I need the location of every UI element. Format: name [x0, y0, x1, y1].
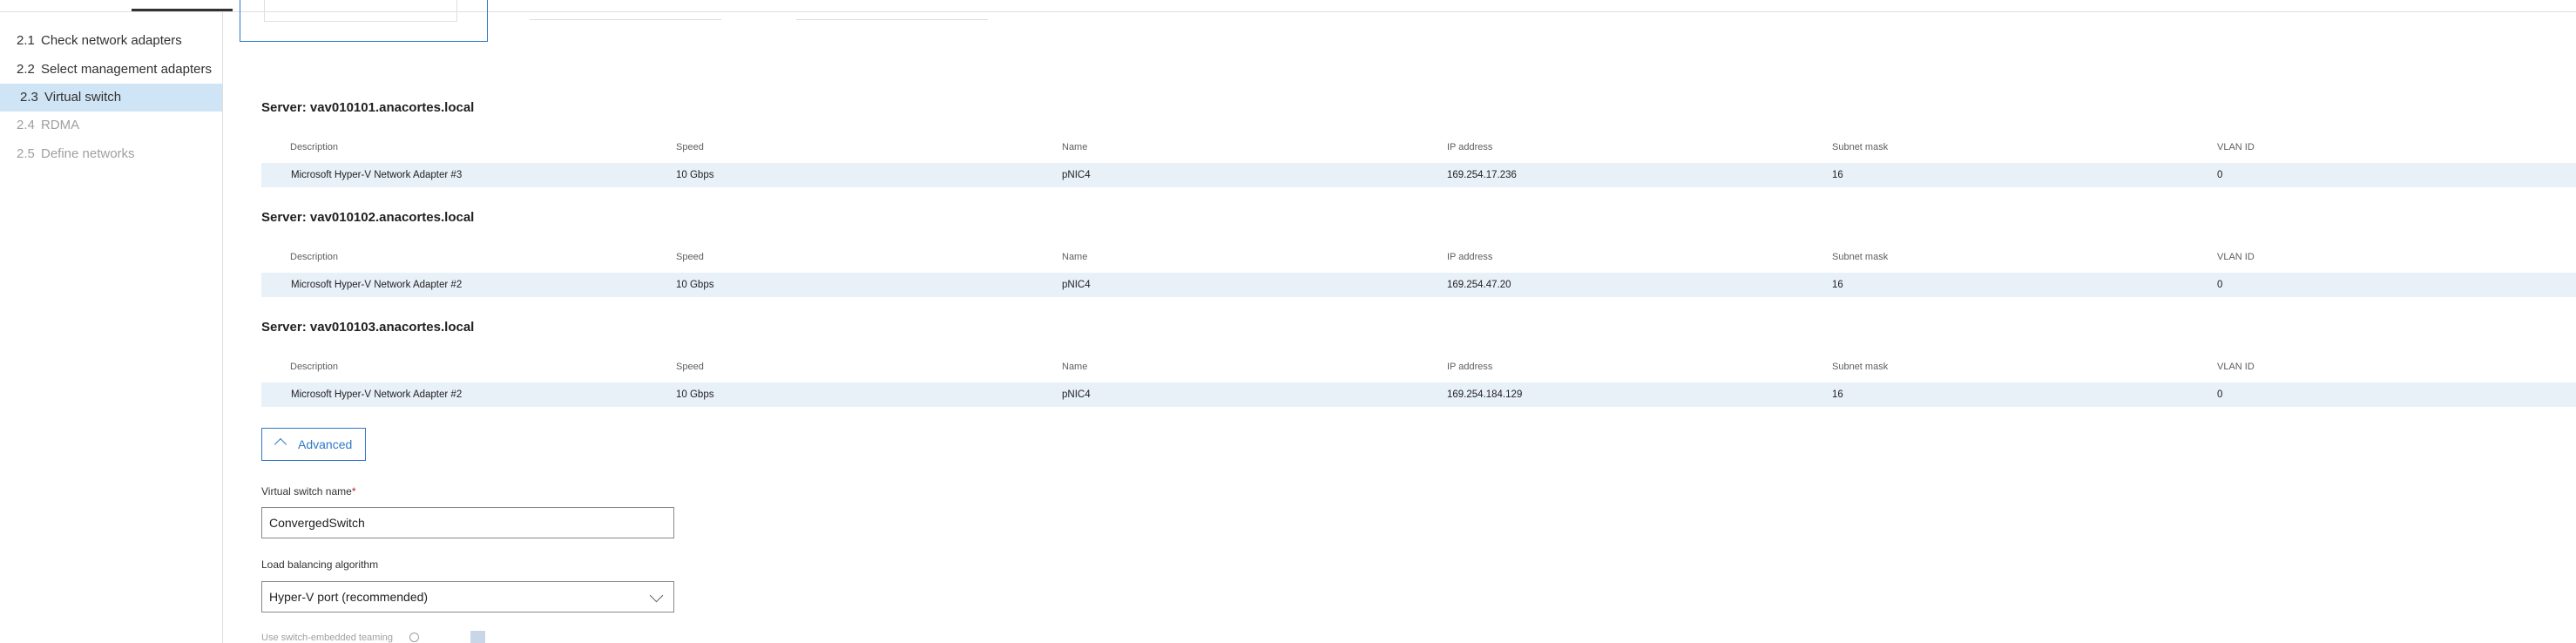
advanced-label: Advanced — [298, 437, 353, 451]
nav-item-label: Virtual switch — [44, 90, 122, 105]
column-header-ip-address: IP address — [1447, 362, 1493, 372]
table-row[interactable]: Microsoft Hyper-V Network Adapter #2 10 … — [261, 273, 2576, 297]
cell-name: pNIC4 — [1062, 389, 1091, 400]
top-tab-indicator — [132, 9, 233, 11]
nav-item-virtual-switch[interactable]: 2.3 Virtual switch — [0, 84, 222, 112]
nav-item-label: Define networks — [41, 146, 135, 161]
switch-embedded-teaming-toggle[interactable] — [470, 631, 485, 643]
dropdown-selected-value: Hyper-V port (recommended) — [269, 590, 429, 604]
nav-item-rdma: 2.4 RDMA — [0, 112, 222, 139]
nav-item-number: 2.1 — [17, 33, 35, 48]
cell-vlan-id: 0 — [2217, 170, 2223, 180]
cell-vlan-id: 0 — [2217, 280, 2223, 290]
cell-ip-address: 169.254.17.236 — [1447, 170, 1517, 180]
column-header-name: Name — [1062, 362, 1088, 372]
option-card[interactable] — [796, 19, 988, 20]
column-header-name: Name — [1062, 252, 1088, 262]
column-header-vlan-id: VLAN ID — [2217, 362, 2255, 372]
option-card-selected[interactable] — [240, 0, 488, 42]
nav-item-number: 2.4 — [17, 118, 35, 132]
option-card-inner — [264, 0, 457, 22]
cell-description: Microsoft Hyper-V Network Adapter #2 — [291, 280, 463, 290]
cell-description: Microsoft Hyper-V Network Adapter #3 — [291, 170, 463, 180]
column-header-description: Description — [290, 252, 339, 262]
cell-vlan-id: 0 — [2217, 389, 2223, 400]
column-header-subnet-mask: Subnet mask — [1832, 142, 1889, 152]
column-header-speed: Speed — [676, 252, 704, 262]
server-title: Server: vav010103.anacortes.local — [261, 320, 475, 335]
table-row[interactable]: Microsoft Hyper-V Network Adapter #3 10 … — [261, 163, 2576, 187]
column-header-ip-address: IP address — [1447, 142, 1493, 152]
column-header-vlan-id: VLAN ID — [2217, 142, 2255, 152]
nav-item-label: Select management adapters — [41, 62, 212, 77]
cell-speed: 10 Gbps — [676, 170, 714, 180]
column-header-ip-address: IP address — [1447, 252, 1493, 262]
info-icon[interactable] — [409, 633, 419, 642]
nav-item-label: Check network adapters — [41, 33, 182, 48]
column-header-name: Name — [1062, 142, 1088, 152]
field-label-text: Virtual switch name — [261, 485, 352, 497]
column-header-vlan-id: VLAN ID — [2217, 252, 2255, 262]
cell-ip-address: 169.254.184.129 — [1447, 389, 1523, 400]
column-header-speed: Speed — [676, 142, 704, 152]
required-marker: * — [351, 485, 356, 497]
nav-item-check-network-adapters[interactable]: 2.1 Check network adapters — [0, 27, 222, 55]
nav-item-select-management-adapters[interactable]: 2.2 Select management adapters — [0, 56, 222, 84]
table-row[interactable]: Microsoft Hyper-V Network Adapter #2 10 … — [261, 382, 2576, 407]
column-header-subnet-mask: Subnet mask — [1832, 362, 1889, 372]
cell-name: pNIC4 — [1062, 170, 1091, 180]
column-header-subnet-mask: Subnet mask — [1832, 252, 1889, 262]
wizard-step-nav: 2.1 Check network adapters 2.2 Select ma… — [0, 12, 223, 643]
cell-speed: 10 Gbps — [676, 280, 714, 290]
load-balancing-dropdown[interactable]: Hyper-V port (recommended) — [261, 581, 674, 613]
option-card[interactable] — [530, 19, 721, 20]
virtual-switch-name-input[interactable]: ConvergedSwitch — [261, 507, 674, 538]
server-title: Server: vav010102.anacortes.local — [261, 210, 475, 225]
chevron-down-icon — [649, 588, 664, 603]
chevron-up-icon — [274, 437, 287, 451]
load-balancing-label: Load balancing algorithm — [261, 558, 379, 571]
switch-embedded-teaming-label: Use switch-embedded teaming — [261, 633, 394, 643]
column-header-description: Description — [290, 362, 339, 372]
column-header-speed: Speed — [676, 362, 704, 372]
cell-ip-address: 169.254.47.20 — [1447, 280, 1511, 290]
cell-speed: 10 Gbps — [676, 389, 714, 400]
server-title: Server: vav010101.anacortes.local — [261, 100, 475, 115]
nav-item-number: 2.2 — [17, 62, 35, 77]
advanced-toggle-button[interactable]: Advanced — [261, 428, 366, 461]
nav-item-number: 2.5 — [17, 146, 35, 161]
column-header-description: Description — [290, 142, 339, 152]
nav-item-number: 2.3 — [20, 90, 38, 105]
nav-item-define-networks: 2.5 Define networks — [0, 140, 222, 168]
virtual-switch-name-label: Virtual switch name* — [261, 485, 356, 497]
cell-description: Microsoft Hyper-V Network Adapter #2 — [291, 389, 463, 400]
cell-subnet-mask: 16 — [1832, 280, 1843, 290]
cell-name: pNIC4 — [1062, 280, 1091, 290]
nav-item-label: RDMA — [41, 118, 80, 132]
cell-subnet-mask: 16 — [1832, 389, 1843, 400]
cell-subnet-mask: 16 — [1832, 170, 1843, 180]
